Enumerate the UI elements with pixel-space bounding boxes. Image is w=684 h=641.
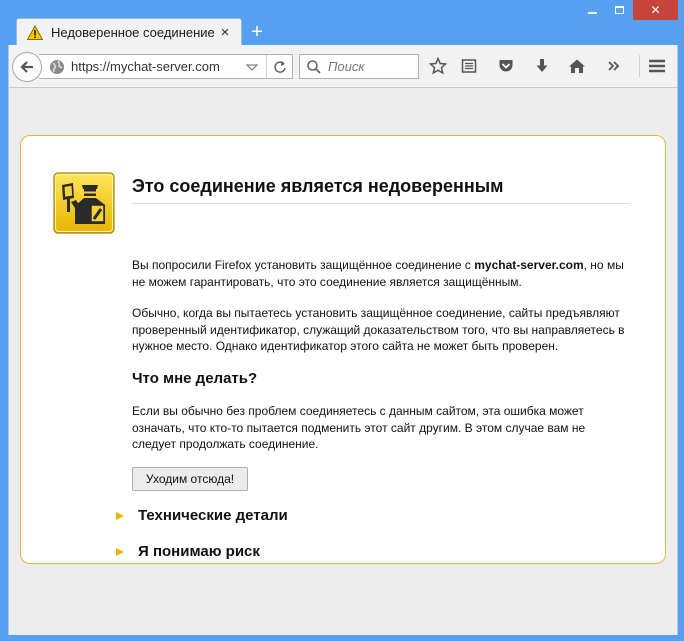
tab-title: Недоверенное соединение (51, 25, 215, 40)
reading-list-icon (461, 59, 477, 73)
page-content: Это соединение является недоверенным Вы … (8, 88, 678, 635)
intro-paragraph: Вы попросили Firefox установить защищённ… (132, 257, 632, 290)
back-arrow-icon (20, 61, 33, 73)
expand-arrow-icon (116, 547, 124, 556)
understand-risks-label: Я понимаю риск (138, 543, 260, 560)
technical-details-expander[interactable]: Технические детали (115, 507, 288, 524)
download-icon (536, 59, 548, 72)
pocket-icon (499, 60, 513, 72)
reload-icon (273, 60, 286, 73)
understand-risks-expander[interactable]: Я понимаю риск (115, 543, 260, 560)
error-container: Это соединение является недоверенным Вы … (20, 135, 666, 564)
explanation-paragraph: Обычно, когда вы пытаетесь установить за… (132, 306, 625, 353)
browser-window: ✕ Недоверенное соединение × + https://my… (0, 0, 684, 641)
url-text[interactable]: https://mychat-server.com (71, 59, 244, 74)
maximize-button[interactable] (606, 0, 633, 20)
menu-button[interactable] (647, 56, 667, 76)
navigation-bar: https://mychat-server.com Поиск (8, 45, 678, 88)
warning-icon (27, 24, 43, 40)
page-title: Это соединение является недоверенным (132, 176, 630, 204)
close-icon: ✕ (650, 3, 661, 17)
minimize-icon (588, 12, 597, 14)
search-bar[interactable]: Поиск (299, 54, 419, 79)
intro-text-start: Вы попросили Firefox установить защищённ… (132, 258, 475, 272)
bookmark-button[interactable] (428, 56, 448, 76)
host-name: mychat-server.com (474, 258, 584, 272)
minimize-button[interactable] (579, 0, 606, 20)
close-window-button[interactable]: ✕ (633, 0, 678, 20)
reading-list-button[interactable] (459, 56, 479, 76)
get-me-out-button[interactable]: Уходим отсюда! (132, 467, 248, 491)
bookmark-star-icon (429, 57, 447, 75)
what-to-do-heading: Что мне делать? (132, 370, 258, 387)
tab-strip: Недоверенное соединение × + (8, 18, 678, 46)
expand-arrow-icon (116, 511, 124, 520)
maximize-icon (615, 6, 624, 14)
home-icon (569, 59, 585, 73)
new-tab-button[interactable]: + (244, 21, 270, 43)
globe-icon (50, 59, 64, 74)
advice-paragraph: Если вы обычно без проблем соединяетесь … (132, 404, 586, 451)
security-officer-icon (53, 172, 115, 234)
reload-button[interactable] (266, 55, 292, 78)
url-bar[interactable]: https://mychat-server.com (39, 54, 293, 79)
back-button[interactable] (12, 52, 42, 82)
search-icon (307, 59, 321, 74)
technical-details-label: Технические детали (138, 507, 288, 524)
overflow-chevron-icon (608, 61, 620, 71)
search-placeholder: Поиск (328, 59, 365, 74)
downloads-button[interactable] (532, 56, 552, 76)
pocket-button[interactable] (496, 56, 516, 76)
home-button[interactable] (567, 56, 587, 76)
tab-untrusted-connection[interactable]: Недоверенное соединение × (16, 18, 242, 46)
history-dropdown-icon[interactable] (244, 59, 260, 75)
toolbar-separator (639, 55, 640, 77)
tab-close-icon[interactable]: × (217, 24, 233, 41)
menu-icon (649, 59, 665, 73)
overflow-button[interactable] (604, 56, 624, 76)
